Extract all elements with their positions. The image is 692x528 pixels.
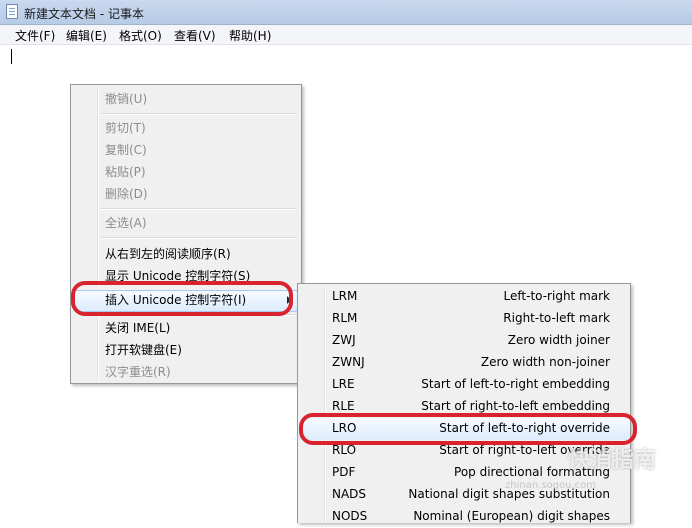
menu-item-show-unicode-control[interactable]: 显示 Unicode 控制字符(S)	[105, 267, 250, 285]
submenu-item-desc: Zero width non-joiner	[480, 355, 610, 369]
submenu-item-lrm[interactable]: LRM Left-to-right mark	[298, 286, 630, 308]
menu-edit[interactable]: 编辑(E)	[63, 27, 110, 44]
menu-item-soft-keyboard[interactable]: 打开软键盘(E)	[105, 341, 182, 359]
menu-item-close-ime[interactable]: 关闭 IME(L)	[105, 319, 170, 337]
submenu-item-code: RLM	[332, 311, 358, 325]
menu-format[interactable]: 格式(O)	[116, 27, 165, 44]
submenu-item-desc: Right-to-left mark	[503, 311, 610, 325]
menu-separator	[101, 208, 297, 210]
submenu-item-desc: Left-to-right mark	[503, 289, 610, 303]
submenu-item-desc: Zero width joiner	[507, 333, 610, 347]
menu-item-insert-unicode-control[interactable]: 插入 Unicode 控制字符(I)	[105, 291, 246, 309]
submenu-item-code: ZWNJ	[332, 355, 365, 369]
menu-separator	[101, 113, 297, 115]
submenu-item-code: RLE	[332, 399, 355, 413]
submenu-item-desc: Start of right-to-left embedding	[421, 399, 610, 413]
submenu-item-code: PDF	[332, 465, 356, 479]
submenu-item-rlm[interactable]: RLM Right-to-left mark	[298, 308, 630, 330]
submenu-item-code: NODS	[332, 509, 368, 523]
submenu-item-code: LRE	[332, 377, 355, 391]
menu-file[interactable]: 文件(F)	[12, 27, 58, 44]
watermark-url: zhinan.sogou.com	[505, 480, 597, 491]
menu-separator	[101, 237, 297, 239]
context-menu-gutter	[97, 87, 99, 381]
submenu-item-desc: Start of left-to-right embedding	[421, 377, 610, 391]
menu-item-rtl-reading-order[interactable]: 从右到左的阅读顺序(R)	[105, 245, 231, 263]
watermark-logo: 快消指南	[568, 448, 657, 473]
submenu-item-desc: Nominal (European) digit shapes	[413, 509, 610, 523]
menu-item-undo[interactable]: 撤销(U)	[105, 90, 147, 108]
menu-help[interactable]: 帮助(H)	[226, 27, 274, 44]
menu-item-cut[interactable]: 剪切(T)	[105, 119, 146, 137]
menu-item-delete[interactable]: 删除(D)	[105, 185, 148, 203]
submenu-item-code: RLO	[332, 443, 357, 457]
submenu-item-code: LRO	[332, 421, 357, 435]
submenu-item-code: ZWJ	[332, 333, 356, 347]
menu-bar: 文件(F) 编辑(E) 格式(O) 查看(V) 帮助(H)	[0, 25, 692, 45]
context-menu: 撤销(U) 剪切(T) 复制(C) 粘贴(P) 删除(D) 全选(A) 从右到左…	[70, 84, 302, 384]
menu-separator	[101, 314, 297, 316]
notepad-icon	[6, 4, 18, 19]
submenu-item-lre[interactable]: LRE Start of left-to-right embedding	[298, 374, 630, 396]
menu-view[interactable]: 查看(V)	[171, 27, 219, 44]
submenu-arrow-icon	[287, 296, 291, 304]
menu-item-select-all[interactable]: 全选(A)	[105, 214, 147, 232]
submenu-item-desc: Start of left-to-right override	[439, 421, 610, 435]
submenu-item-lro[interactable]: LRO Start of left-to-right override	[298, 418, 630, 440]
submenu-item-rle[interactable]: RLE Start of right-to-left embedding	[298, 396, 630, 418]
text-caret	[11, 49, 12, 64]
submenu-item-zwj[interactable]: ZWJ Zero width joiner	[298, 330, 630, 352]
title-bar: 新建文本文档 - 记事本	[0, 0, 692, 25]
submenu-item-nods[interactable]: NODS Nominal (European) digit shapes	[298, 506, 630, 528]
menu-item-copy[interactable]: 复制(C)	[105, 141, 147, 159]
submenu-item-zwnj[interactable]: ZWNJ Zero width non-joiner	[298, 352, 630, 374]
window-title: 新建文本文档 - 记事本	[24, 7, 144, 21]
menu-item-paste[interactable]: 粘贴(P)	[105, 163, 146, 181]
submenu-item-code: NADS	[332, 487, 367, 501]
submenu-item-code: LRM	[332, 289, 358, 303]
menu-item-reconversion[interactable]: 汉字重选(R)	[105, 363, 171, 381]
